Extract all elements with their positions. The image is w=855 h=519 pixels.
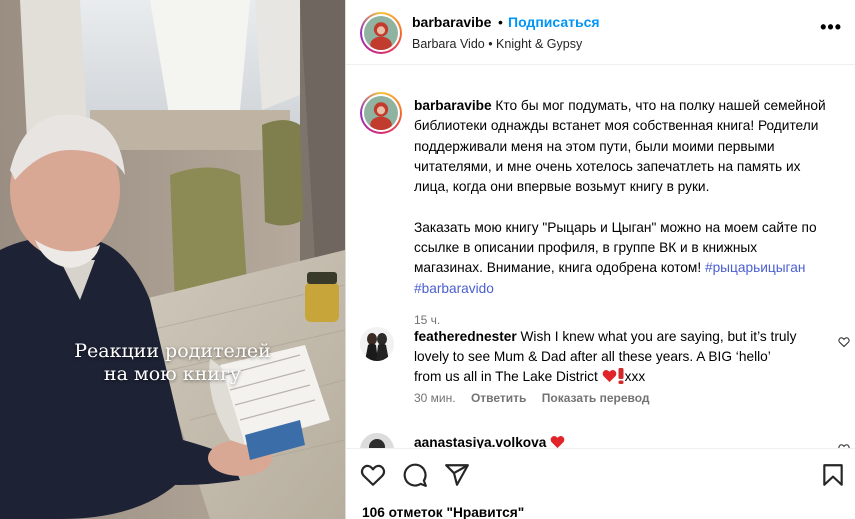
post-photo (0, 0, 345, 519)
show-translation-button[interactable]: Показать перевод (542, 391, 650, 405)
caption-line: ссылке в описании профиля, в группе ВК и… (414, 240, 758, 256)
caption-timestamp[interactable]: 15 ч. (414, 313, 440, 327)
reply-button[interactable]: Ответить (471, 391, 526, 405)
share-icon[interactable] (444, 462, 470, 488)
post-details-panel: barbaravibe • Подписаться Barbara Vido •… (345, 0, 855, 519)
video-caption-overlay: Реакции родителей на мою книгу (0, 340, 345, 386)
caption-line: Кто бы мог подумать, что на полку нашей … (495, 98, 826, 113)
instagram-post: Реакции родителей на мою книгу barbaravi… (0, 0, 855, 519)
commenter-username[interactable]: featherednester (414, 329, 517, 344)
author-avatar[interactable] (360, 12, 402, 54)
header-separator: • (498, 14, 503, 30)
caption-text: barbaravibe Кто бы мог подумать, что на … (414, 96, 850, 299)
commenter-avatar[interactable] (360, 327, 394, 361)
post-header: barbaravibe • Подписаться Barbara Vido •… (346, 0, 855, 65)
caption-line: магазинах. Внимание, книга одобрена кото… (414, 260, 702, 276)
comment-line: from us all in The Lake District (414, 369, 598, 384)
follow-button[interactable]: Подписаться (508, 14, 600, 30)
comment-line: lovely to see Mum & Dad after all these … (414, 349, 771, 364)
comment-meta: 30 мин. Ответить Показать перевод (414, 391, 662, 405)
post-media[interactable]: Реакции родителей на мою книгу (0, 0, 345, 519)
avatar-image (364, 16, 398, 50)
hashtag-link[interactable]: #barbaravido (414, 281, 494, 296)
caption-line: Заказать мою книгу "Рыцарь и Цыган" можн… (414, 219, 817, 235)
more-options-icon[interactable]: ••• (820, 18, 842, 36)
heart-icon[interactable] (360, 462, 386, 488)
exclamation-emoji (618, 368, 624, 384)
author-username[interactable]: barbaravibe (412, 14, 491, 30)
avatar-image (364, 96, 398, 130)
red-heart-emoji (550, 436, 565, 448)
caption-line: поддерживали меня на этом пути, были мои… (414, 138, 775, 154)
comment-line-suffix: xxx (624, 369, 646, 384)
red-heart-emoji (602, 370, 616, 383)
commenter-avatar[interactable] (360, 433, 394, 448)
comment-icon[interactable] (402, 462, 428, 488)
overlay-line-1: Реакции родителей (74, 340, 271, 362)
avatar-image (360, 327, 394, 361)
comment-text: featherednester Wish I knew what you are… (414, 327, 834, 387)
comment-text: aanastasiya.volkova (414, 433, 834, 448)
commenter-username[interactable]: aanastasiya.volkova (414, 435, 546, 448)
likes-count[interactable]: 106 отметок "Нравится" (362, 505, 524, 519)
overlay-line-2: на мою книгу (103, 363, 242, 385)
comment-line: Wish I knew what you are saying, but it’… (520, 329, 797, 344)
caption-username[interactable]: barbaravibe (414, 98, 492, 113)
caption-author-avatar[interactable] (360, 92, 402, 134)
caption-line: библиотеки однажды встанет моя собственн… (414, 118, 819, 134)
bookmark-icon[interactable] (820, 462, 846, 488)
caption-line: лица, когда они впервые возьмут книгу в … (414, 179, 710, 195)
action-bar: 106 отметок "Нравится" (346, 448, 855, 519)
hashtag-link[interactable]: #рыцарьицыган (705, 260, 805, 275)
comment-like-icon[interactable] (838, 336, 850, 348)
avatar-image (360, 433, 394, 448)
comment-timestamp[interactable]: 30 мин. (414, 391, 456, 405)
post-subtitle[interactable]: Barbara Vido • Knight & Gypsy (412, 37, 582, 51)
caption-line: читателями, и мне очень хотелось запечат… (414, 158, 801, 174)
comments-scroll-area[interactable]: barbaravibe Кто бы мог подумать, что на … (346, 65, 855, 448)
